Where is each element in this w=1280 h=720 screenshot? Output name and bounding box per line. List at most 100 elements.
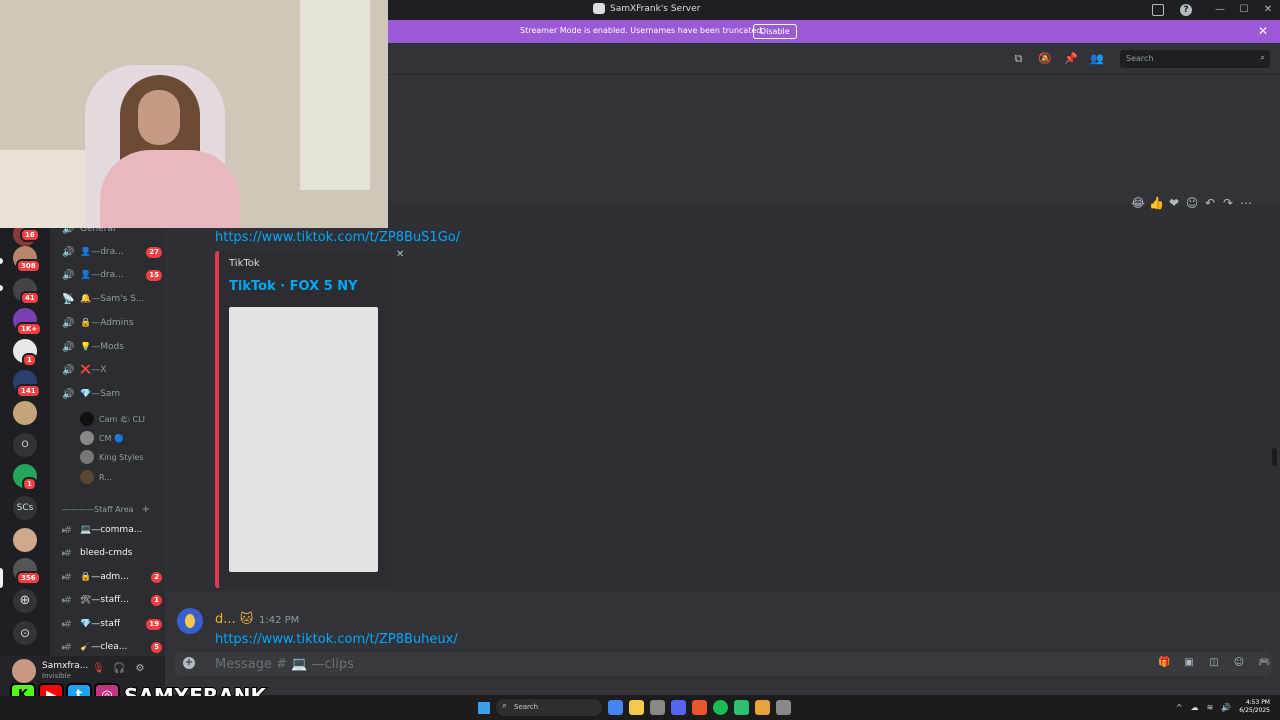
server-icon[interactable] [13,401,37,425]
reply-icon[interactable]: ↶ [1203,196,1217,210]
message-username[interactable]: d... 🐱 [215,612,253,627]
headphones-icon[interactable]: 🎧 [113,663,125,674]
close-window-button[interactable]: ✕ [1256,0,1280,20]
discover-icon[interactable]: ⊙ [13,621,37,645]
link-embed: TikTok TikTok · FOX 5 NY ✕ [215,249,404,588]
apps-icon[interactable]: 🎮 [1258,657,1270,669]
voice-user-name: King Styles [99,452,144,462]
stage-channel[interactable]: 📡 🔔—Sam's S... [62,290,162,308]
speaker-icon: 🔊 [62,317,75,329]
voice-user-name: CM 🔵 [99,433,124,443]
create-channel-icon[interactable]: + [142,504,150,515]
avatar[interactable] [177,608,203,634]
text-channel[interactable]: ▶ # 🧹—clea... 5 [62,638,162,656]
add-server-icon[interactable]: ⊕ [13,589,37,613]
sticker-icon[interactable]: ◫ [1208,657,1220,669]
message-link[interactable]: https://www.tiktok.com/t/ZP8BuS1Go/ [215,230,460,245]
discord-icon[interactable] [671,700,686,715]
voice-channel[interactable]: 🔊 💡—Mods [62,338,162,356]
close-banner-icon[interactable]: ✕ [1258,24,1268,38]
help-icon[interactable]: ? [1180,4,1192,16]
spotify-icon[interactable] [713,700,728,715]
speaker-icon: 🔊 [62,246,75,258]
taskbar-clock[interactable]: 4:53 PM 6/25/2025 [1239,699,1270,715]
voice-user[interactable]: Cam 🌤 CLI [80,411,145,427]
settings-gear-icon[interactable]: ⚙ [134,663,146,674]
remove-embed-icon[interactable]: ✕ [396,249,404,260]
avatar [80,412,94,426]
volume-icon[interactable]: 🔊 [1221,703,1231,712]
channel-name: 💎—Sam [80,389,121,399]
message-timestamp: 1:42 PM [259,615,300,626]
avatar[interactable] [12,659,36,683]
channel-header: ⧉ 🔕 📌 👥 Search ⌕ [388,43,1280,75]
text-channel[interactable]: ▶ # 💻—comma... [62,521,162,539]
user-name[interactable]: Samxfra... [42,661,88,671]
app-icon[interactable] [755,700,770,715]
gift-icon[interactable]: 🎁 [1158,657,1170,669]
voice-user[interactable]: CM 🔵 [80,430,124,446]
message-link[interactable]: https://www.tiktok.com/t/ZP8Buheux/ [215,632,458,647]
maximize-button[interactable]: ☐ [1232,0,1256,20]
voice-channel[interactable]: 🔊 ❌—X [62,361,162,379]
wifi-icon[interactable]: ≋ [1207,703,1214,712]
chrome-icon[interactable] [608,700,623,715]
pinned-messages-icon[interactable]: 📌 [1064,52,1078,65]
store-icon[interactable] [650,700,665,715]
tray-overflow-icon[interactable]: ^ [1176,703,1183,712]
add-reaction-icon[interactable]: ☺ [1185,196,1199,210]
microphone-muted-icon[interactable]: 🎙 [92,663,105,674]
attach-plus-icon[interactable]: + [183,657,195,669]
voice-channel[interactable]: 🔊 💎—Sam [62,385,162,403]
channel-name: 🧹—clea... [80,642,128,652]
search-placeholder: Search [1126,54,1154,63]
embed-title[interactable]: TikTok · FOX 5 NY [229,279,358,294]
server-rail: 16 308 41 1K+ 1 141 O 1 SCs 356 ⊕ ⊙ [0,222,50,656]
settings-icon[interactable] [776,700,791,715]
speaker-icon: 🔊 [62,269,75,281]
app-icon[interactable] [692,700,707,715]
channel-name: 💻—comma... [80,525,143,535]
message-input[interactable]: + Message # 💻 —clips 🎁 ▣ ◫ ☺ 🎮 [175,652,1272,676]
server-icon[interactable] [13,528,37,552]
voice-user[interactable]: King Styles [80,449,143,465]
forward-icon[interactable]: ↷ [1221,196,1235,210]
voice-user[interactable]: R... [80,469,112,485]
disable-streamer-mode-button[interactable]: Disable [753,24,797,39]
text-channel[interactable]: ▶ # 🔒—adm... 2 [62,568,162,586]
app-icon[interactable] [734,700,749,715]
minimize-button[interactable]: — [1208,0,1232,20]
member-list-icon[interactable]: 👥 [1090,52,1104,65]
taskbar-search[interactable]: Search [496,699,602,716]
more-options-icon[interactable]: ⋯ [1239,196,1253,210]
network-icon[interactable]: ☁ [1191,703,1199,712]
voice-channel[interactable]: 🔊 🔒—Admins [62,314,162,332]
unread-caret-icon: ▶ [62,643,67,651]
text-channel[interactable]: ▶ # 💎—staff 19 [62,615,162,633]
embed-thumbnail[interactable] [229,307,378,572]
channel-name: 🔔—Sam's S... [80,294,145,304]
heart-reaction-icon[interactable]: ❤ [1167,196,1181,210]
threads-icon[interactable]: ⧉ [1012,52,1025,65]
laugh-reaction-icon[interactable]: 😂 [1131,196,1145,210]
search-input[interactable]: Search ⌕ [1120,50,1270,68]
gif-icon[interactable]: ▣ [1183,657,1195,669]
thumbs-up-reaction-icon[interactable]: 👍 [1149,196,1164,210]
server-initials[interactable]: O [13,433,37,457]
channel-name: ❌—X [80,365,107,375]
category-header[interactable]: ————Staff Area + [62,504,150,515]
webcam-overlay [0,0,388,228]
embed-provider: TikTok [229,258,260,269]
emoji-icon[interactable]: ☺ [1233,657,1245,669]
text-channel[interactable]: ▶ # 🛠—staff... 1 [62,591,162,609]
voice-channel[interactable]: 🔊 👤—dra... 15 [62,266,162,284]
file-explorer-icon[interactable] [629,700,644,715]
system-tray: ^ ☁ ≋ 🔊 4:53 PM 6/25/2025 [1176,699,1270,715]
windows-start-icon[interactable] [478,701,490,714]
notification-bell-icon[interactable]: 🔕 [1038,52,1052,65]
server-initials[interactable]: SCs [13,496,37,520]
scrollbar-thumb[interactable] [1272,448,1277,466]
text-channel[interactable]: ▶ # bleed-cmds [62,544,162,562]
inbox-icon[interactable] [1152,4,1164,16]
voice-channel[interactable]: 🔊 👤—dra... 27 [62,243,162,261]
